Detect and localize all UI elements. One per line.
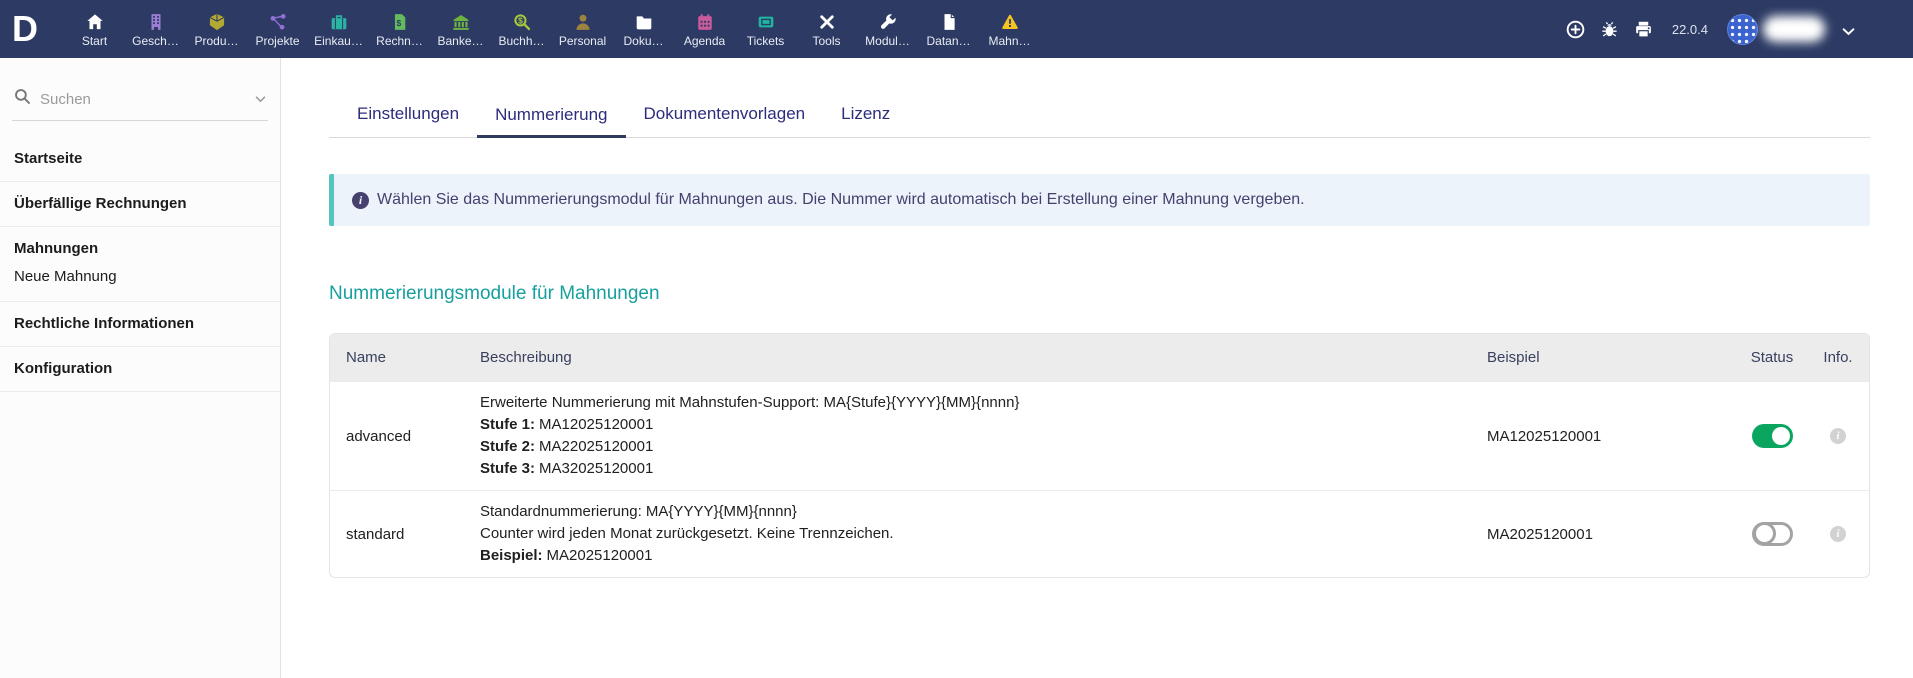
sidebar-item-rechtliche-informationen[interactable]: Rechtliche Informationen — [0, 302, 280, 346]
sidebar-item-ueberfaellige-rechnungen[interactable]: Überfällige Rechnungen — [0, 182, 280, 226]
app-logo[interactable]: D — [0, 0, 64, 58]
info-alert: i Wählen Sie das Nummerierungsmodul für … — [329, 174, 1870, 226]
briefcase-icon — [330, 13, 348, 31]
module-name: standard — [330, 526, 480, 543]
alert-text: Wählen Sie das Nummerierungsmodul für Ma… — [377, 190, 1305, 210]
nav-item-start[interactable]: Start — [64, 0, 125, 58]
invoice-icon: $ — [391, 13, 409, 31]
sidebar-menu: Startseite Überfällige Rechnungen Mahnun… — [0, 137, 280, 392]
nav-item-datenbank[interactable]: Datan… — [918, 0, 979, 58]
nav-item-rechnungen[interactable]: $ Rechn… — [369, 0, 430, 58]
nav-item-agenda[interactable]: Agenda — [674, 0, 735, 58]
table-row: advanced Erweiterte Nummerierung mit Mah… — [330, 381, 1869, 490]
status-toggle-off[interactable] — [1752, 522, 1793, 546]
tab-lizenz[interactable]: Lizenz — [823, 104, 908, 137]
folder-icon — [635, 13, 653, 31]
nav-item-tickets[interactable]: Tickets — [735, 0, 796, 58]
ticket-icon — [757, 13, 775, 31]
section-title: Nummerierungsmodule für Mahnungen — [329, 283, 1870, 305]
row-info-icon[interactable]: i — [1830, 428, 1846, 444]
nav-item-geschaeft[interactable]: Gesch… — [125, 0, 186, 58]
nav-item-einkauf[interactable]: Einkau… — [308, 0, 369, 58]
tools-icon — [818, 13, 836, 31]
bank-icon — [452, 13, 470, 31]
nav-item-dokumente[interactable]: Doku… — [613, 0, 674, 58]
search-dollar-icon: $ — [513, 13, 531, 31]
nav-item-module[interactable]: Modul… — [857, 0, 918, 58]
search-input[interactable] — [40, 91, 246, 108]
nav-item-mahnungen[interactable]: Mahn… — [979, 0, 1040, 58]
sidebar-item-konfiguration[interactable]: Konfiguration — [0, 347, 280, 391]
plus-circle-icon[interactable] — [1566, 20, 1585, 39]
app-version: 22.0.4 — [1672, 22, 1708, 37]
cube-icon — [208, 13, 226, 31]
module-name: advanced — [330, 428, 480, 445]
navbar-right-controls: 22.0.4 — [1566, 14, 1855, 45]
nav-item-projekte[interactable]: Projekte — [247, 0, 308, 58]
nav-item-buchhaltung[interactable]: $ Buchh… — [491, 0, 552, 58]
tab-bar: Einstellungen Nummerierung Dokumentenvor… — [329, 58, 1870, 138]
main-menu: Start Gesch… Produ… Projekte Einkau… — [64, 0, 1040, 58]
info-icon: i — [352, 192, 369, 209]
warning-icon — [1001, 13, 1019, 31]
sidebar-item-neue-mahnung[interactable]: Neue Mahnung — [0, 265, 280, 301]
svg-text:$: $ — [518, 15, 523, 25]
table-header-row: Name Beschreibung Beispiel Status Info. — [330, 334, 1869, 381]
bug-icon[interactable] — [1600, 20, 1619, 39]
tab-nummerierung[interactable]: Nummerierung — [477, 105, 625, 138]
search-dropdown-chevron-icon[interactable] — [255, 90, 266, 108]
file-icon — [940, 13, 958, 31]
column-header-status: Status — [1737, 349, 1807, 366]
svg-text:$: $ — [396, 17, 401, 27]
module-description: Standardnummerierung: MA{YYYY}{MM}{nnnn}… — [480, 501, 1487, 567]
nav-item-banken[interactable]: Banke… — [430, 0, 491, 58]
sidebar-item-startseite[interactable]: Startseite — [0, 137, 280, 181]
sidebar-search — [12, 88, 268, 121]
home-icon — [86, 13, 104, 31]
column-header-description: Beschreibung — [480, 349, 1487, 366]
printer-icon[interactable] — [1634, 20, 1653, 39]
tab-dokumentenvorlagen[interactable]: Dokumentenvorlagen — [626, 104, 824, 137]
username-redacted — [1763, 16, 1825, 42]
user-avatar[interactable] — [1727, 14, 1758, 45]
module-example: MA12025120001 — [1487, 428, 1737, 445]
column-header-name: Name — [330, 349, 480, 366]
network-icon — [269, 13, 287, 31]
calendar-icon — [696, 13, 714, 31]
tab-einstellungen[interactable]: Einstellungen — [339, 104, 477, 137]
main-content: Einstellungen Nummerierung Dokumentenvor… — [281, 58, 1913, 678]
building-icon — [147, 13, 165, 31]
wrench-icon — [879, 13, 897, 31]
column-header-example: Beispiel — [1487, 349, 1737, 366]
sidebar: Startseite Überfällige Rechnungen Mahnun… — [0, 58, 281, 678]
nav-item-tools[interactable]: Tools — [796, 0, 857, 58]
sidebar-item-mahnungen[interactable]: Mahnungen — [0, 227, 280, 265]
person-icon — [574, 13, 592, 31]
module-description: Erweiterte Nummerierung mit Mahnstufen-S… — [480, 392, 1487, 480]
search-icon — [14, 88, 31, 110]
row-info-icon[interactable]: i — [1830, 526, 1846, 542]
nav-item-personal[interactable]: Personal — [552, 0, 613, 58]
status-toggle-on[interactable] — [1752, 424, 1793, 448]
chevron-down-icon[interactable] — [1842, 24, 1855, 35]
top-navbar: D Start Gesch… Produ… Projekte — [0, 0, 1913, 58]
column-header-info: Info. — [1807, 349, 1869, 366]
numbering-modules-table: Name Beschreibung Beispiel Status Info. … — [329, 333, 1870, 578]
divider — [0, 391, 280, 392]
nav-item-produkte[interactable]: Produ… — [186, 0, 247, 58]
module-example: MA2025120001 — [1487, 526, 1737, 543]
table-row: standard Standardnummerierung: MA{YYYY}{… — [330, 490, 1869, 577]
